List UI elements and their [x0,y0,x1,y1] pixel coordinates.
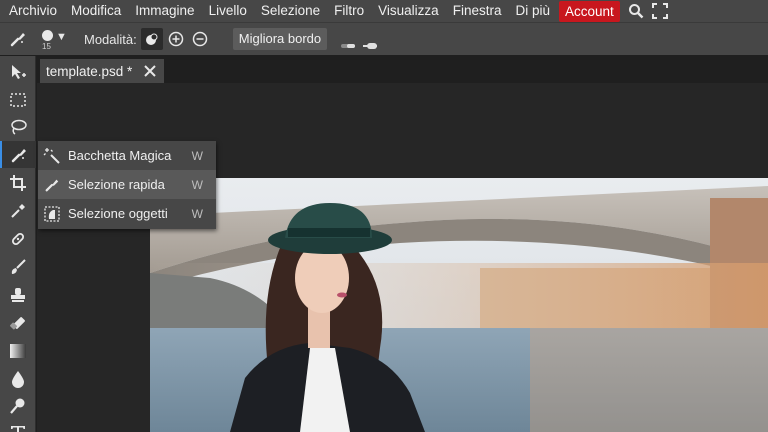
menu-bar: Archivio Modifica Immagine Livello Selez… [0,0,768,22]
tool-panel [0,56,36,432]
shortcut-key: W [191,177,203,192]
brush-preview [42,29,53,41]
brush-hardness-icon[interactable] [341,36,356,48]
flyout-item-label: Selezione oggetti [68,206,168,221]
flyout-item-label: Selezione rapida [68,177,165,192]
menu-immagine[interactable]: Immagine [128,0,201,22]
stamp-tool-icon[interactable] [0,281,36,308]
menu-livello[interactable]: Livello [202,0,254,22]
brush-size-value: 15 [42,41,51,51]
mode-label: Modalità: [84,31,137,47]
healing-tool-icon[interactable] [0,225,36,252]
menu-archivio[interactable]: Archivio [2,0,64,22]
magic-wand-icon [38,147,66,165]
eyedropper-tool-icon[interactable] [0,197,36,224]
mode-new-selection-button[interactable] [140,28,163,50]
shortcut-key: W [191,148,203,163]
lasso-tool-icon[interactable] [0,113,36,140]
crop-tool-icon[interactable] [0,169,36,196]
tab-title: template.psd * [46,63,133,79]
eraser-tool-icon[interactable] [0,309,36,336]
quick-selection-icon [38,177,66,193]
current-tool-icon[interactable] [0,23,36,56]
document-tab[interactable]: template.psd * [40,59,164,83]
flyout-item-quick-selection[interactable]: Selezione rapida W [38,170,216,199]
options-bar: 15 ▼ Modalità: Migliora bordo [0,22,768,55]
text-tool-icon[interactable] [0,418,36,432]
marquee-tool-icon[interactable] [0,86,36,113]
brush-tool-icon[interactable] [0,253,36,280]
canvas-image[interactable] [150,178,768,432]
move-tool-icon[interactable] [0,58,36,85]
selection-tools-flyout: Bacchetta Magica W Selezione rapida W Se… [38,141,216,229]
menu-modifica[interactable]: Modifica [64,0,128,22]
brush-spacing-icon[interactable] [363,36,378,49]
menu-visualizza[interactable]: Visualizza [371,0,446,22]
flyout-item-object-selection[interactable]: Selezione oggetti W [38,199,216,228]
blur-tool-icon[interactable] [0,365,36,392]
chevron-down-icon: ▼ [56,30,67,43]
menu-finestra[interactable]: Finestra [446,0,509,22]
quick-selection-tool-icon[interactable] [0,141,36,168]
flyout-item-label: Bacchetta Magica [68,148,172,163]
menu-di-piu[interactable]: Di più [508,0,557,22]
mode-add-button[interactable] [165,28,187,50]
refine-edge-button[interactable]: Migliora bordo [232,28,328,50]
menu-filtro[interactable]: Filtro [327,0,371,22]
account-button[interactable]: Account [559,0,620,22]
fullscreen-icon[interactable] [648,0,672,22]
search-icon[interactable] [624,0,648,22]
dodge-tool-icon[interactable] [0,392,36,419]
gradient-tool-icon[interactable] [0,337,36,364]
object-selection-icon [38,205,66,222]
flyout-item-magic-wand[interactable]: Bacchetta Magica W [38,141,216,170]
close-icon[interactable] [143,64,157,78]
shortcut-key: W [191,206,203,221]
mode-subtract-button[interactable] [189,28,211,50]
brush-size-picker[interactable]: 15 ▼ [36,23,70,56]
menu-selezione[interactable]: Selezione [254,0,327,22]
